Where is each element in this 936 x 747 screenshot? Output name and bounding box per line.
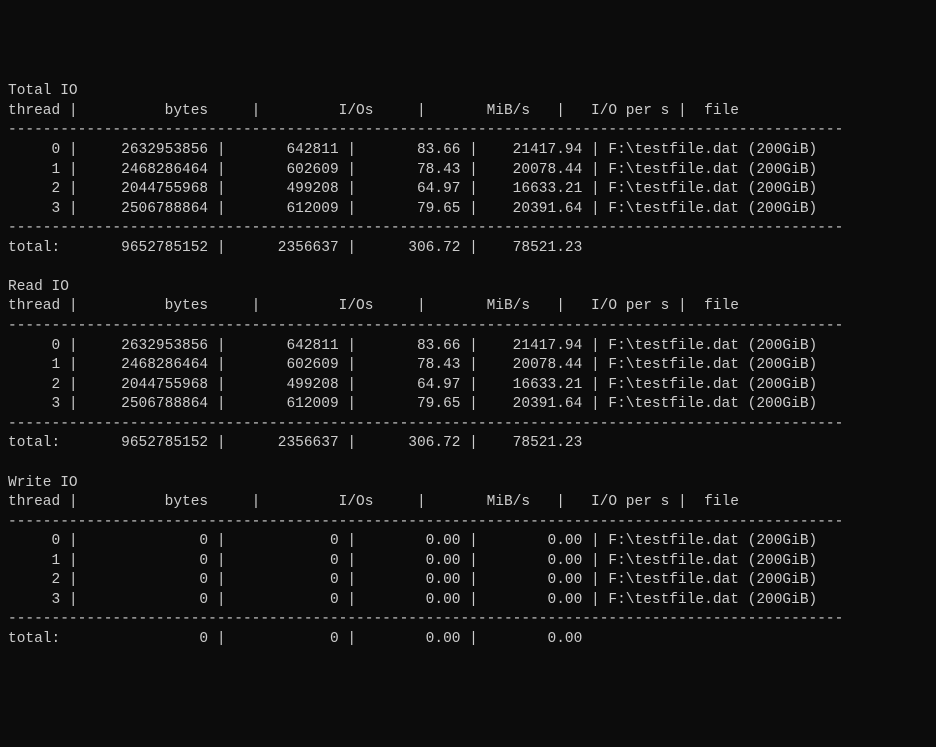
divider: ----------------------------------------… [8,318,843,334]
table-row: 2 | 0 | 0 | 0.00 | 0.00 | F:\testfile.da… [8,572,817,588]
divider: ----------------------------------------… [8,514,843,530]
table-row: 3 | 2506788864 | 612009 | 79.65 | 20391.… [8,396,817,412]
divider: ----------------------------------------… [8,611,843,627]
table-row: 2 | 2044755968 | 499208 | 64.97 | 16633.… [8,377,817,393]
table-row: 1 | 2468286464 | 602609 | 78.43 | 20078.… [8,162,817,178]
table-row: 1 | 2468286464 | 602609 | 78.43 | 20078.… [8,357,817,373]
divider: ----------------------------------------… [8,122,843,138]
section-title: Write IO [8,475,78,491]
total-row: total: 9652785152 | 2356637 | 306.72 | 7… [8,435,582,451]
divider: ----------------------------------------… [8,416,843,432]
table-row: 0 | 2632953856 | 642811 | 83.66 | 21417.… [8,338,817,354]
table-row: 0 | 0 | 0 | 0.00 | 0.00 | F:\testfile.da… [8,533,817,549]
header-row: thread | bytes | I/Os | MiB/s | I/O per … [8,494,739,510]
table-row: 0 | 2632953856 | 642811 | 83.66 | 21417.… [8,142,817,158]
section-title: Read IO [8,279,69,295]
table-row: 1 | 0 | 0 | 0.00 | 0.00 | F:\testfile.da… [8,553,817,569]
header-row: thread | bytes | I/Os | MiB/s | I/O per … [8,298,739,314]
table-row: 3 | 2506788864 | 612009 | 79.65 | 20391.… [8,201,817,217]
terminal-output: Total IO thread | bytes | I/Os | MiB/s |… [8,82,928,649]
table-row: 3 | 0 | 0 | 0.00 | 0.00 | F:\testfile.da… [8,592,817,608]
header-row: thread | bytes | I/Os | MiB/s | I/O per … [8,103,739,119]
total-row: total: 9652785152 | 2356637 | 306.72 | 7… [8,240,582,256]
table-row: 2 | 2044755968 | 499208 | 64.97 | 16633.… [8,181,817,197]
divider: ----------------------------------------… [8,220,843,236]
section-title: Total IO [8,83,78,99]
